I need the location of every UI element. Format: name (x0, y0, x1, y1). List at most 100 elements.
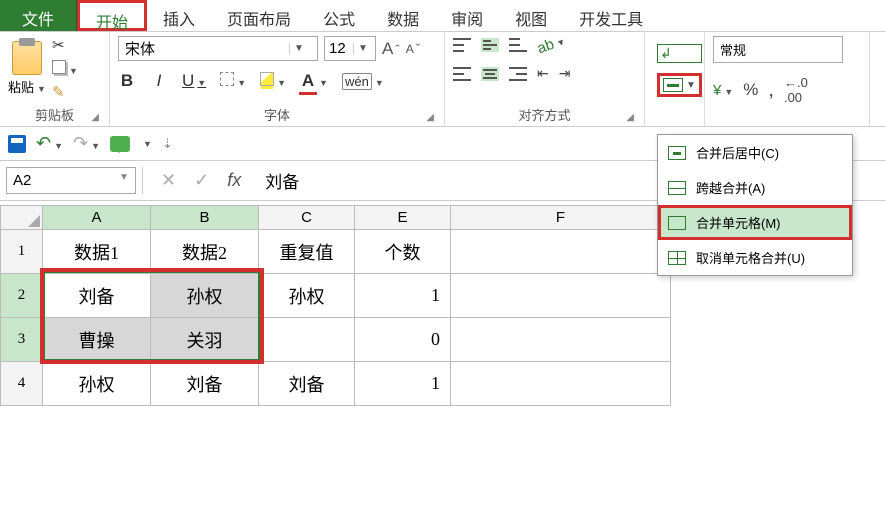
cell-E4[interactable]: 1 (355, 362, 451, 406)
cell-F4[interactable] (451, 362, 671, 406)
cell-C2[interactable]: 孙权 (259, 274, 355, 318)
spreadsheet-grid[interactable]: A B C E F 1 数据1 数据2 重复值 个数 2 刘备 孙权 孙权 1 … (0, 205, 671, 406)
cell-F3[interactable] (451, 318, 671, 362)
wrap-text-button[interactable]: ↲ (657, 44, 702, 63)
cut-button[interactable]: ✂ (52, 36, 78, 54)
tab-view[interactable]: 视图 (499, 0, 563, 31)
format-painter-button[interactable]: ✎ (52, 83, 78, 101)
row-header-4[interactable]: 4 (1, 362, 43, 406)
merge-cells-label: 合并单元格(M) (696, 213, 781, 232)
tab-home[interactable]: 开始 (77, 0, 147, 31)
merge-center-item[interactable]: 合并后居中(C) (658, 135, 852, 170)
fill-color-button[interactable]: ▼ (260, 71, 286, 91)
row-header-2[interactable]: 2 (1, 274, 43, 318)
accounting-format-button[interactable]: ¥▼ (713, 82, 733, 99)
font-name-combo[interactable]: ▼ (118, 36, 318, 61)
col-header-A[interactable]: A (43, 206, 151, 230)
tab-developer[interactable]: 开发工具 (563, 0, 659, 31)
cancel-edit-button[interactable]: ✕ (161, 170, 176, 191)
borders-button[interactable]: ▼ (220, 71, 246, 91)
increase-decimal-button[interactable]: ←.0.00 (784, 75, 808, 105)
confirm-edit-button[interactable]: ✓ (194, 170, 209, 191)
comma-format-button[interactable]: , (768, 85, 774, 95)
tab-file[interactable]: 文件 (0, 0, 77, 31)
tab-data[interactable]: 数据 (371, 0, 435, 31)
row-header-1[interactable]: 1 (1, 230, 43, 274)
font-size-input[interactable] (325, 37, 353, 60)
undo-button[interactable]: ↶▼ (36, 133, 63, 154)
redo-button[interactable]: ↷▼ (73, 133, 100, 154)
font-name-input[interactable] (119, 37, 289, 60)
select-all-corner[interactable] (1, 206, 43, 230)
italic-button[interactable]: I (150, 71, 168, 91)
number-format-value: 常规 (720, 40, 746, 59)
align-right-button[interactable] (509, 67, 527, 81)
merge-across-item[interactable]: 跨越合并(A) (658, 170, 852, 205)
cell-F1[interactable] (451, 230, 671, 274)
comment-button[interactable] (110, 136, 130, 152)
align-left-button[interactable] (453, 67, 471, 81)
insert-function-button[interactable]: fx (227, 170, 241, 191)
col-header-C[interactable]: C (259, 206, 355, 230)
decrease-font-button[interactable]: Aˇ (406, 41, 420, 56)
cell-E2[interactable]: 1 (355, 274, 451, 318)
col-header-B[interactable]: B (151, 206, 259, 230)
cell-E3[interactable]: 0 (355, 318, 451, 362)
chevron-down-icon[interactable]: ▼ (353, 43, 372, 54)
alignment-launcher-icon[interactable]: ◢ (626, 112, 634, 123)
copy-button[interactable]: ▼ (52, 60, 78, 77)
align-center-button[interactable] (481, 67, 499, 81)
cell-B3[interactable]: 关羽 (151, 318, 259, 362)
align-middle-button[interactable] (481, 38, 499, 52)
unmerge-cells-item[interactable]: 取消单元格合并(U) (658, 240, 852, 275)
cell-A2[interactable]: 刘备 (43, 274, 151, 318)
merge-center-button[interactable]: ▼ (657, 73, 702, 97)
save-button[interactable] (8, 135, 26, 153)
cell-C3[interactable] (259, 318, 355, 362)
cell-E1[interactable]: 个数 (355, 230, 451, 274)
tab-page-layout[interactable]: 页面布局 (211, 0, 307, 31)
cell-B2[interactable]: 孙权 (151, 274, 259, 318)
tab-review[interactable]: 审阅 (435, 0, 499, 31)
increase-font-button[interactable]: Aˆ (382, 39, 400, 59)
align-bottom-button[interactable] (509, 38, 527, 52)
bold-button[interactable]: B (118, 71, 136, 91)
group-label-clipboard: 剪贴板 (35, 108, 74, 123)
tab-insert[interactable]: 插入 (147, 0, 211, 31)
align-top-button[interactable] (453, 38, 471, 52)
paste-icon[interactable] (12, 41, 42, 75)
tab-formulas[interactable]: 公式 (307, 0, 371, 31)
cell-B1[interactable]: 数据2 (151, 230, 259, 274)
cell-C4[interactable]: 刘备 (259, 362, 355, 406)
col-header-F[interactable]: F (451, 206, 671, 230)
cell-A3[interactable]: 曹操 (43, 318, 151, 362)
row-header-3[interactable]: 3 (1, 318, 43, 362)
cell-F2[interactable] (451, 274, 671, 318)
name-box[interactable]: A2 ▼ (6, 167, 136, 194)
merge-cells-item[interactable]: 合并单元格(M) (658, 205, 852, 240)
font-size-combo[interactable]: ▼ (324, 36, 376, 61)
chevron-down-icon[interactable]: ▼ (119, 172, 129, 189)
group-label-alignment: 对齐方式 (518, 108, 570, 123)
percent-format-button[interactable]: % (743, 80, 758, 100)
cell-A4[interactable]: 孙权 (43, 362, 151, 406)
font-launcher-icon[interactable]: ◢ (426, 112, 434, 123)
merge-cells-icon (668, 216, 686, 230)
underline-button[interactable]: U▼ (182, 71, 206, 91)
cell-A1[interactable]: 数据1 (43, 230, 151, 274)
paste-button[interactable]: 粘贴▼ (8, 77, 46, 96)
qat-more-icon[interactable]: ⇣ (162, 136, 173, 152)
col-header-E[interactable]: E (355, 206, 451, 230)
orientation-button[interactable]: ab▼ (535, 32, 568, 58)
merge-center-label: 合并后居中(C) (696, 143, 779, 162)
chevron-down-icon[interactable]: ▼ (686, 80, 696, 91)
increase-indent-button[interactable]: ⇥ (559, 65, 571, 82)
chevron-down-icon[interactable]: ▼ (289, 43, 308, 54)
phonetic-guide-button[interactable]: wén▼ (342, 71, 384, 91)
cell-B4[interactable]: 刘备 (151, 362, 259, 406)
font-color-button[interactable]: A▼ (300, 71, 328, 91)
number-format-combo[interactable]: 常规 (713, 36, 843, 63)
decrease-indent-button[interactable]: ⇤ (537, 65, 549, 82)
clipboard-launcher-icon[interactable]: ◢ (91, 112, 99, 123)
cell-C1[interactable]: 重复值 (259, 230, 355, 274)
